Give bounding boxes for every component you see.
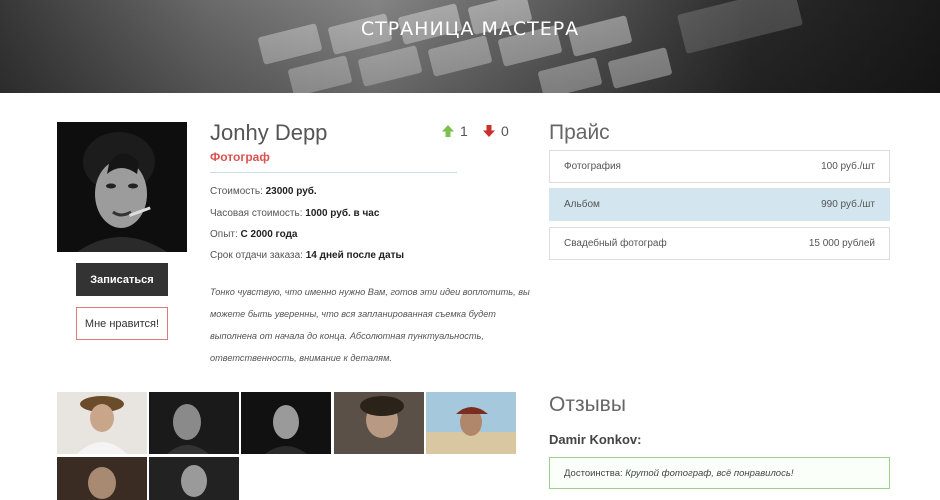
avatar <box>57 122 187 252</box>
gallery-thumb[interactable] <box>149 392 239 454</box>
field-cost: Стоимость: 23000 руб. <box>210 186 317 197</box>
field-value: 14 дней после даты <box>305 250 405 261</box>
price-item-value: 15 000 рублей <box>808 238 875 249</box>
review-text: Крутой фотограф, всё понравилось! <box>625 467 794 479</box>
hero-banner: СТРАНИЦА МАСТЕРА <box>0 0 940 93</box>
price-title: Прайс <box>549 121 610 144</box>
field-label: Стоимость: <box>210 186 263 197</box>
field-hourly-cost: Часовая стоимость: 1000 руб. в час <box>210 208 379 219</box>
gallery-thumb[interactable] <box>334 392 424 454</box>
master-name: Jonhy Depp <box>210 120 328 145</box>
review-item: Достоинства: Крутой фотограф, всё понрав… <box>549 457 890 489</box>
field-delivery-time: Срок отдачи заказа: 14 дней после даты <box>210 250 404 261</box>
price-item[interactable]: Свадебный фотограф 15 000 рублей <box>549 227 890 260</box>
gallery-thumb[interactable] <box>241 392 331 454</box>
review-label: Достоинства: <box>564 467 623 479</box>
gallery-thumb[interactable] <box>426 392 516 454</box>
field-value: 23000 руб. <box>265 186 317 197</box>
reviews-title: Отзывы <box>549 393 626 416</box>
downvote-count: 0 <box>501 123 509 139</box>
price-item-name: Фотография <box>564 161 621 172</box>
like-button[interactable]: Мне нравится! <box>76 307 168 340</box>
price-item-value: 990 руб./шт <box>821 199 875 210</box>
gallery-thumb[interactable] <box>57 392 147 454</box>
arrow-up-icon <box>442 125 454 137</box>
price-item-name: Свадебный фотограф <box>564 238 667 249</box>
master-description: Тонко чувствую, что именно нужно Вам, го… <box>210 287 530 363</box>
price-item-value: 100 руб./шт <box>821 161 875 172</box>
price-item-name: Альбом <box>564 199 600 210</box>
master-role: Фотограф <box>210 150 270 164</box>
upvote-count: 1 <box>460 123 468 139</box>
gallery-thumb[interactable] <box>57 457 147 500</box>
field-experience: Опыт: С 2000 года <box>210 229 297 240</box>
review-author: Damir Konkov: <box>549 432 642 447</box>
field-label: Опыт: <box>210 229 238 240</box>
arrow-down-icon <box>483 125 495 137</box>
book-button[interactable]: Записаться <box>76 263 168 296</box>
price-item[interactable]: Фотография 100 руб./шт <box>549 150 890 183</box>
field-label: Часовая стоимость: <box>210 208 303 219</box>
gallery-thumb[interactable] <box>149 457 239 500</box>
field-value: С 2000 года <box>240 229 298 240</box>
field-label: Срок отдачи заказа: <box>210 250 303 261</box>
price-item[interactable]: Альбом 990 руб./шт <box>549 188 890 221</box>
page-title: СТРАНИЦА МАСТЕРА <box>360 18 580 40</box>
field-value: 1000 руб. в час <box>305 208 380 219</box>
upvote-button[interactable]: 1 <box>441 123 468 139</box>
downvote-button[interactable]: 0 <box>482 123 509 139</box>
divider <box>210 172 457 173</box>
